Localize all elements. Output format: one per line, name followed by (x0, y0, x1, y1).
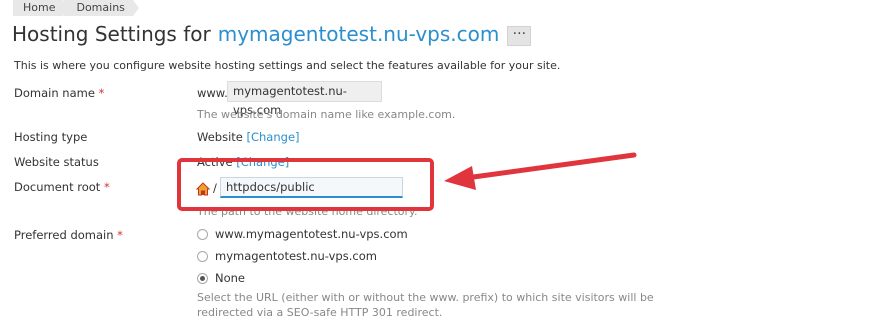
arrow-icon (444, 152, 637, 190)
